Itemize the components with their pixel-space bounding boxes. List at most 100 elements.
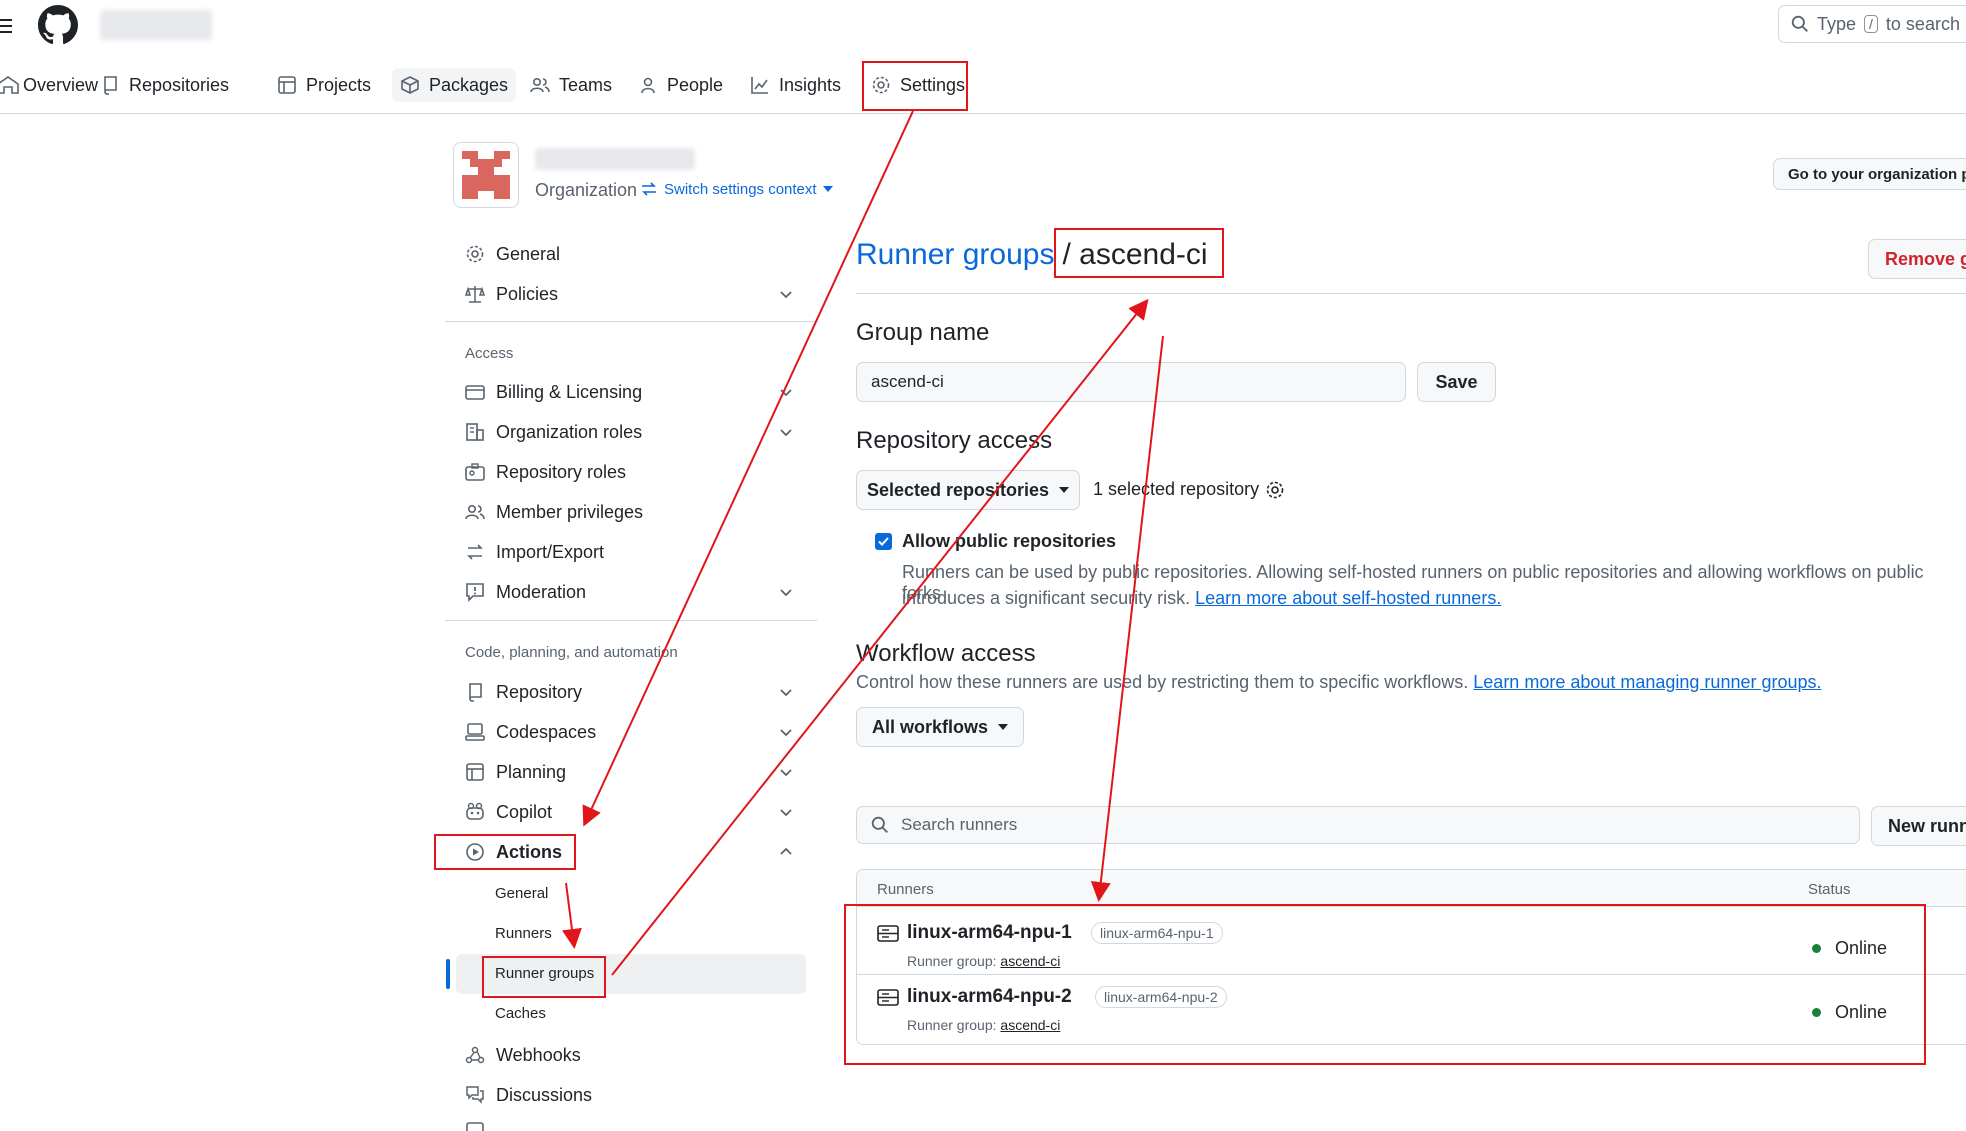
- org-avatar: [453, 142, 519, 208]
- sidebar-item-general[interactable]: General: [465, 238, 560, 270]
- tab-projects-label: Projects: [306, 74, 372, 95]
- people-icon: [465, 502, 485, 522]
- webhook-icon: [465, 1045, 485, 1065]
- tab-projects[interactable]: Projects: [277, 68, 371, 102]
- switch-settings-context[interactable]: Switch settings context: [640, 180, 833, 198]
- sidebar-item-import-export[interactable]: Import/Export: [465, 536, 604, 568]
- sidebar-item-label: Copilot: [496, 801, 553, 822]
- chevron-down-icon[interactable]: [776, 762, 796, 782]
- annotation-box-settings: [862, 61, 968, 111]
- sidebar-heading-access: Access: [465, 345, 514, 362]
- workflow-select[interactable]: All workflows: [856, 707, 1024, 747]
- sidebar-subitem-runners[interactable]: Runners: [495, 925, 552, 942]
- sidebar-item-moderation[interactable]: Moderation: [465, 576, 586, 608]
- sidebar-item-label: Moderation: [496, 581, 587, 602]
- chevron-up-icon[interactable]: [776, 842, 796, 862]
- arrow-switch-icon: [465, 542, 485, 562]
- sidebar-item-repository[interactable]: Repository: [465, 676, 582, 708]
- sidebar-item-billing[interactable]: Billing & Licensing: [465, 376, 642, 408]
- sidebar-item-label: General: [496, 243, 561, 264]
- tab-people[interactable]: People: [638, 68, 723, 102]
- sidebar-item-codespaces[interactable]: Codespaces: [465, 716, 596, 748]
- copilot-icon: [465, 802, 485, 822]
- tab-overview[interactable]: Overview: [0, 68, 98, 102]
- divider: [856, 293, 1966, 294]
- codespaces-icon: [465, 722, 485, 742]
- arrow-switch-icon: [640, 180, 658, 198]
- sidebar-item-label: Policies: [496, 283, 559, 304]
- tab-teams[interactable]: Teams: [530, 68, 612, 102]
- search-runners-input[interactable]: Search runners: [856, 806, 1860, 844]
- sidebar-item-label: Discussions: [496, 1084, 593, 1105]
- group-name-heading: Group name: [856, 319, 990, 346]
- table-header: Runners Status: [857, 870, 1966, 907]
- sidebar-item-repo-roles[interactable]: Repository roles: [465, 456, 626, 488]
- tab-people-label: People: [667, 74, 724, 95]
- allow-public-label: Allow public repositories: [902, 531, 1117, 551]
- learn-more-runner-groups-link[interactable]: Learn more about managing runner groups.: [1473, 672, 1821, 692]
- sidebar-item-webhooks[interactable]: Webhooks: [465, 1039, 581, 1071]
- chevron-down-icon[interactable]: [776, 802, 796, 822]
- selected-repo-count-label: 1 selected repository: [1093, 479, 1260, 499]
- col-status: Status: [1808, 881, 1851, 898]
- repository-access-select[interactable]: Selected repositories: [856, 470, 1080, 510]
- goto-org-profile-button[interactable]: Go to your organization p: [1773, 158, 1966, 190]
- repository-access-heading: Repository access: [856, 427, 1053, 454]
- sidebar-item-org-roles[interactable]: Organization roles: [465, 416, 642, 448]
- chevron-down-icon[interactable]: [776, 382, 796, 402]
- tab-packages[interactable]: Packages: [392, 68, 517, 102]
- switch-settings-label: Switch settings context: [664, 180, 817, 198]
- search-icon: [1791, 15, 1809, 33]
- chevron-down-icon[interactable]: [776, 582, 796, 602]
- sidebar-subitem-caches[interactable]: Caches: [495, 1005, 546, 1022]
- selected-repo-count: 1 selected repository: [1093, 479, 1285, 500]
- org-type-label: Organization: [535, 180, 638, 200]
- annotation-box-title: [1054, 228, 1224, 278]
- sidebar-item-planning[interactable]: Planning: [465, 756, 566, 788]
- report-icon: [465, 582, 485, 602]
- learn-more-self-hosted-link[interactable]: Learn more about self-hosted runners.: [1195, 588, 1501, 608]
- allow-public-checkbox[interactable]: [875, 533, 892, 550]
- gear-icon[interactable]: [1265, 480, 1285, 500]
- chevron-down-icon[interactable]: [776, 422, 796, 442]
- search-icon: [871, 816, 889, 834]
- id-badge-icon: [465, 462, 485, 482]
- github-logo-icon[interactable]: [38, 5, 78, 45]
- chevron-down-icon: [822, 186, 833, 192]
- remove-group-button[interactable]: Remove gr: [1868, 239, 1966, 279]
- menu-icon[interactable]: [0, 16, 14, 36]
- tab-teams-label: Teams: [559, 74, 613, 95]
- tab-repositories[interactable]: Repositories: [100, 68, 229, 102]
- sidebar-item-member-privileges[interactable]: Member privileges: [465, 496, 643, 528]
- sidebar-subitem-general[interactable]: General: [495, 885, 548, 902]
- new-runner-button[interactable]: New runn: [1871, 806, 1966, 846]
- global-search[interactable]: Type / to search: [1778, 5, 1966, 43]
- people-icon: [530, 75, 550, 95]
- workflow-access-heading: Workflow access: [856, 640, 1036, 667]
- search-label: Type: [1817, 13, 1857, 34]
- chevron-down-icon[interactable]: [776, 682, 796, 702]
- sidebar-item-label: Member privileges: [496, 501, 644, 522]
- sidebar-item-label: Repository roles: [496, 461, 627, 482]
- annotation-box-runners: [844, 904, 1926, 1065]
- workflow-access-text: Control how these runners are used by re…: [856, 672, 1469, 692]
- annotation-box-runner-groups: [482, 956, 606, 998]
- search-suffix: to search: [1885, 13, 1960, 34]
- tab-insights[interactable]: Insights: [750, 68, 841, 102]
- save-button[interactable]: Save: [1417, 362, 1496, 402]
- allow-public-description-text: introduces a significant security risk.: [902, 588, 1191, 608]
- sidebar-item-discussions[interactable]: Discussions: [465, 1079, 592, 1111]
- organization-icon: [465, 422, 485, 442]
- breadcrumb-runner-groups[interactable]: Runner groups: [856, 238, 1054, 272]
- table-icon: [277, 75, 297, 95]
- sidebar-item-copilot[interactable]: Copilot: [465, 796, 552, 828]
- chevron-down-icon[interactable]: [776, 284, 796, 304]
- sidebar-item-label: Planning: [496, 761, 567, 782]
- chevron-down-icon[interactable]: [776, 722, 796, 742]
- sidebar-item-label: Repository: [496, 681, 583, 702]
- tab-packages-label: Packages: [429, 74, 509, 95]
- sidebar-item-policies[interactable]: Policies: [465, 278, 558, 310]
- sidebar-heading-code: Code, planning, and automation: [465, 644, 678, 661]
- credit-card-icon: [465, 382, 485, 402]
- group-name-input[interactable]: ascend-ci: [856, 362, 1406, 402]
